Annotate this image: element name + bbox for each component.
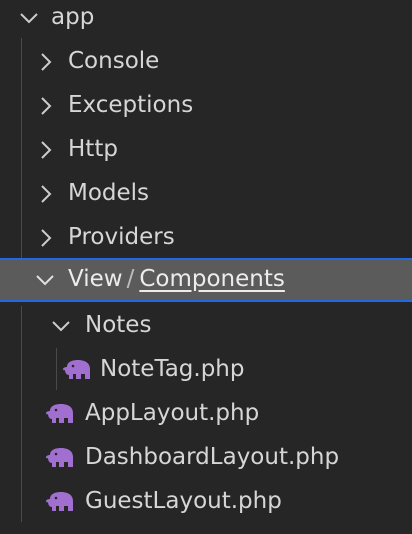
- tree-folder-label: Console: [68, 48, 160, 74]
- tree-file-label: GuestLayout.php: [85, 488, 282, 514]
- chevron-right-icon: [34, 183, 56, 205]
- chevron-down-icon: [34, 269, 56, 291]
- tree-folder-label: Models: [68, 180, 150, 206]
- tree-file-label: DashboardLayout.php: [85, 444, 340, 470]
- chevron-right-icon: [34, 227, 56, 249]
- tree-folder-app[interactable]: app: [0, 0, 412, 40]
- compact-folder-label: View / Components: [68, 264, 285, 294]
- chevron-down-icon: [18, 7, 40, 29]
- chevron-right-icon: [34, 95, 56, 117]
- file-explorer: app Console Exceptions Http Models Provi…: [0, 0, 412, 534]
- php-elephant-icon: [46, 491, 76, 513]
- chevron-down-icon: [50, 315, 72, 337]
- tree-file-label: AppLayout.php: [85, 400, 260, 426]
- tree-folder-view-components[interactable]: View / Components: [0, 258, 412, 302]
- tree-folder-notes[interactable]: Notes: [0, 304, 412, 348]
- tree-file-dashboardlayout[interactable]: DashboardLayout.php: [0, 436, 412, 480]
- tree-folder-http[interactable]: Http: [0, 128, 412, 172]
- tree-folder-models[interactable]: Models: [0, 172, 412, 216]
- tree-folder-label: Http: [68, 136, 118, 162]
- chevron-right-icon: [34, 51, 56, 73]
- compact-folder-child[interactable]: Components: [139, 266, 285, 292]
- tree-file-notetag[interactable]: NoteTag.php: [0, 348, 412, 392]
- tree-folder-label: Exceptions: [68, 92, 194, 118]
- php-elephant-icon: [46, 447, 76, 469]
- chevron-right-icon: [34, 139, 56, 161]
- tree-folder-providers[interactable]: Providers: [0, 216, 412, 260]
- tree-folder-console[interactable]: Console: [0, 40, 412, 84]
- tree-file-guestlayout[interactable]: GuestLayout.php: [0, 480, 412, 524]
- compact-folder-parent[interactable]: View: [68, 266, 123, 292]
- tree-file-label: NoteTag.php: [100, 356, 245, 382]
- tree-folder-exceptions[interactable]: Exceptions: [0, 84, 412, 128]
- tree-folder-label: Notes: [85, 312, 152, 338]
- php-elephant-icon: [63, 359, 93, 381]
- tree-folder-label: Providers: [68, 224, 175, 250]
- php-elephant-icon: [46, 403, 76, 425]
- tree-file-applayout[interactable]: AppLayout.php: [0, 392, 412, 436]
- tree-folder-label: app: [51, 4, 95, 30]
- path-separator: /: [126, 266, 135, 292]
